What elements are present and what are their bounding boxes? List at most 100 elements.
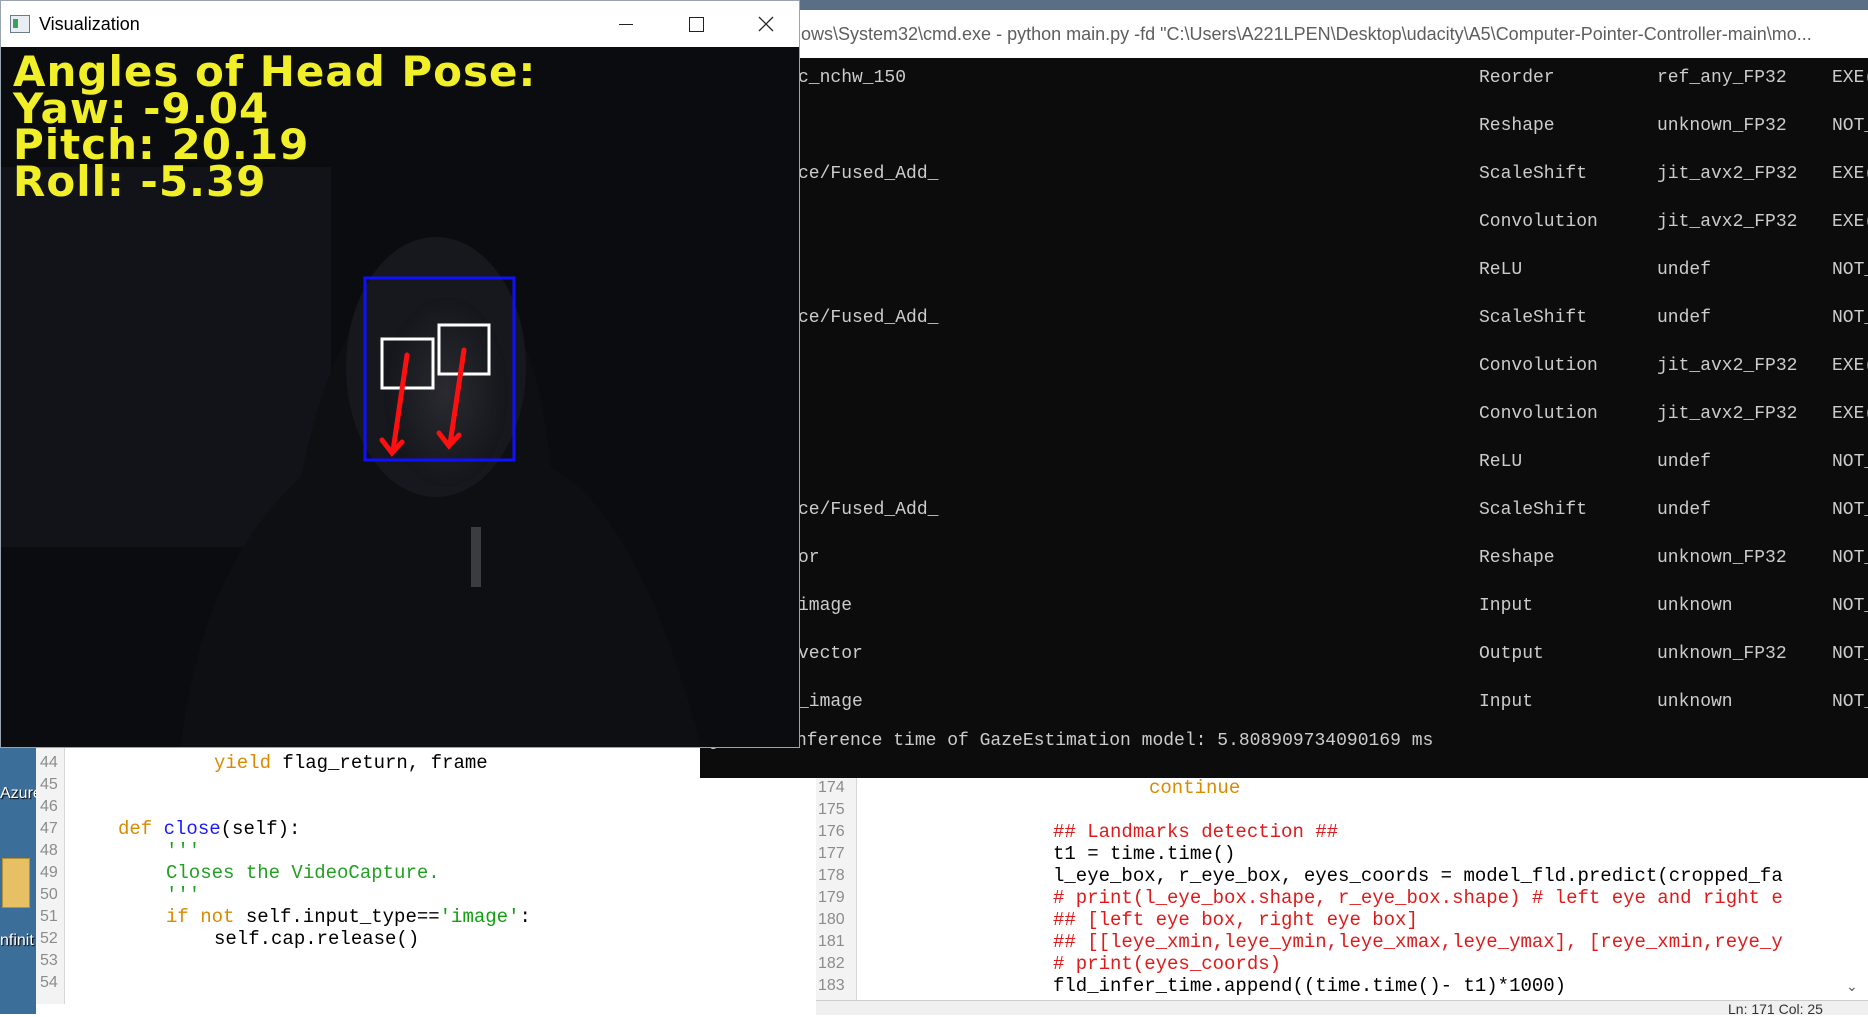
gaze-arrow-right <box>436 347 467 450</box>
cmd-cell-status: NOT_ <box>1832 260 1868 280</box>
cmd-cell-impl: unknown_FP32 <box>1657 644 1787 664</box>
right-code-editor[interactable]: 174 175 176 177 178 179 180 181 182 183 … <box>816 740 1868 1004</box>
close-button[interactable] <box>731 1 801 47</box>
cmd-cell-impl: unknown <box>1657 596 1733 616</box>
line-number: 51 <box>40 908 58 925</box>
cmd-cell-status: EXE( <box>1832 404 1868 424</box>
visualization-window[interactable]: Visualization Angles of Head Pose: Yaw: … <box>0 0 800 748</box>
cmd-cell-impl: undef <box>1657 452 1712 472</box>
code-line-178: l_eye_box, r_eye_box, eyes_coords = mode… <box>1053 865 1783 887</box>
cmd-window[interactable]: ows\System32\cmd.exe - python main.py -f… <box>700 10 1868 778</box>
desktop-icon-label-azure[interactable]: Azure <box>0 785 36 803</box>
line-number: 46 <box>40 798 58 815</box>
line-number: 180 <box>818 911 845 928</box>
cmd-cell-status: EXE( <box>1832 356 1868 376</box>
line-number: 45 <box>40 776 58 793</box>
line-number: 54 <box>40 974 58 991</box>
window-title: Visualization <box>39 14 140 34</box>
cmd-cell-layer: ReLU <box>1479 452 1523 472</box>
line-number: 176 <box>818 823 845 840</box>
code-line-48: ''' <box>166 840 201 862</box>
cmd-cell-impl: undef <box>1657 260 1712 280</box>
cmd-cell-impl: undef <box>1657 308 1712 328</box>
cmd-cell-impl: unknown_FP32 <box>1657 116 1787 136</box>
cmd-cell-name: ce/Fused_Add_ <box>798 164 939 184</box>
line-number: 183 <box>818 977 845 994</box>
cmd-cell-layer: Reshape <box>1479 116 1555 136</box>
code-line-52: self.cap.release() <box>214 928 420 950</box>
cursor-position: Ln: 171 Col: 25 <box>1728 1001 1823 1017</box>
cmd-cell-status: NOT_ <box>1832 500 1868 520</box>
cmd-cell-status: NOT_ <box>1832 452 1868 472</box>
line-number: 50 <box>40 886 58 903</box>
cmd-cell-layer: ScaleShift <box>1479 164 1588 184</box>
cmd-cell-impl: jit_avx2_FP32 <box>1657 212 1798 232</box>
cmd-cell-layer: Convolution <box>1479 356 1598 376</box>
cmd-cell-layer: Input <box>1479 692 1534 712</box>
line-number: 175 <box>818 801 845 818</box>
cmd-cell-layer: Reshape <box>1479 548 1555 568</box>
code-line-183: fld_infer_time.append((time.time()- t1)*… <box>1053 975 1567 997</box>
line-number: 179 <box>818 889 845 906</box>
cmd-cell-status: NOT_ <box>1832 308 1868 328</box>
line-number: 52 <box>40 930 58 947</box>
cmd-cell-layer: ReLU <box>1479 260 1523 280</box>
cmd-cell-layer: Output <box>1479 644 1544 664</box>
code-line-44: yield flag_return, frame <box>214 752 488 774</box>
video-frame: Angles of Head Pose: Yaw: -9.04 Pitch: 2… <box>1 47 799 747</box>
cmd-cell-status: EXE( <box>1832 164 1868 184</box>
cmd-cell-status: NOT_ <box>1832 644 1868 664</box>
cmd-cell-status: EXE( <box>1832 68 1868 88</box>
cmd-cell-status: NOT_ <box>1832 116 1868 136</box>
code-line-49: Closes the VideoCapture. <box>166 862 440 884</box>
code-line-180: ## [left eye box, right eye box] <box>1053 909 1418 931</box>
scrollbar-down-arrow[interactable]: ⌄ <box>1846 978 1862 994</box>
line-number: 177 <box>818 845 845 862</box>
app-icon <box>10 15 30 33</box>
cmd-cell-status: NOT_ <box>1832 548 1868 568</box>
cmd-cell-impl: jit_avx2_FP32 <box>1657 356 1798 376</box>
code-line-179: # print(l_eye_box.shape, r_eye_box.shape… <box>1053 887 1783 909</box>
line-number: 49 <box>40 864 58 881</box>
visualization-titlebar[interactable]: Visualization <box>1 1 799 47</box>
cmd-cell-layer: Convolution <box>1479 404 1598 424</box>
cmd-cell-name: _image <box>798 692 863 712</box>
code-line-176: ## Landmarks detection ## <box>1053 821 1339 843</box>
cmd-cell-name: image <box>798 596 853 616</box>
maximize-button[interactable] <box>661 1 731 47</box>
desktop-icon-label-infinit[interactable]: nfinit <box>0 932 34 950</box>
cmd-cell-layer: Reorder <box>1479 68 1555 88</box>
cmd-cell-impl: undef <box>1657 500 1712 520</box>
cmd-cell-name: c_nchw_150 <box>798 68 907 88</box>
cmd-cell-name: ce/Fused_Add_ <box>798 308 939 328</box>
inference-time-line: nference time of GazeEstimation model: 5… <box>796 731 1434 751</box>
code-line-47: def close(self): <box>118 818 301 840</box>
line-number: 182 <box>818 955 845 972</box>
close-icon <box>758 16 774 32</box>
detection-overlay <box>363 276 516 462</box>
cmd-cell-layer: Convolution <box>1479 212 1598 232</box>
cmd-cell-name: ce/Fused_Add_ <box>798 500 939 520</box>
cmd-window-title: ows\System32\cmd.exe - python main.py -f… <box>801 24 1812 44</box>
left-code-editor[interactable]: 44 45 46 47 48 49 50 51 52 53 54 yield f… <box>36 740 811 1004</box>
code-line-181: ## [[leye_xmin,leye_ymin,leye_xmax,leye_… <box>1053 931 1783 953</box>
minimize-button[interactable] <box>591 1 661 47</box>
cmd-cell-impl: ref_any_FP32 <box>1657 68 1787 88</box>
code-line-51: if not self.input_type=='image': <box>166 906 531 928</box>
cmd-titlebar[interactable]: ows\System32\cmd.exe - python main.py -f… <box>700 10 1868 58</box>
cmd-cell-layer: Input <box>1479 596 1534 616</box>
code-line-174: continue <box>1149 777 1241 799</box>
line-number: 44 <box>40 754 58 771</box>
line-number: 48 <box>40 842 58 859</box>
code-line-177: t1 = time.time() <box>1053 843 1236 865</box>
cmd-cell-status: EXE( <box>1832 212 1868 232</box>
cmd-cell-layer: ScaleShift <box>1479 500 1588 520</box>
cmd-cell-status: NOT_ <box>1832 596 1868 616</box>
cmd-cell-status: NOT_ <box>1832 692 1868 712</box>
folder-icon[interactable] <box>2 858 30 908</box>
cmd-cell-name: vector <box>798 644 863 664</box>
cmd-cell-impl: unknown_FP32 <box>1657 548 1787 568</box>
code-line-50: ''' <box>166 884 201 906</box>
line-number: 53 <box>40 952 58 969</box>
line-number: 47 <box>40 820 58 837</box>
